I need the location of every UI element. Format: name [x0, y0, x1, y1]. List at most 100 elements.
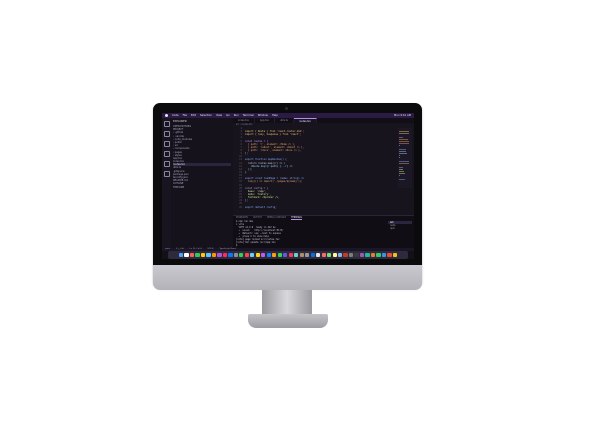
code-text: export default config; [245, 205, 277, 209]
app-icon[interactable] [178, 252, 184, 258]
menu-item-file[interactable]: File [183, 114, 187, 117]
app-icon[interactable] [299, 252, 304, 258]
app-icon[interactable] [310, 252, 315, 258]
menu-item-help[interactable]: Help [272, 114, 278, 117]
minimap-line [399, 151, 406, 152]
code-text: import { lazy, Suspense } from 'react'; [245, 133, 302, 137]
editor-area: index.tsx App.tsx utils.ts routes.tsx src ›… [233, 118, 414, 215]
activity-bar [162, 118, 171, 248]
bottom-panel: PROBLEMS OUTPUT DEBUG CONSOLE TERMINAL $ np… [233, 215, 414, 249]
minimap-line [399, 173, 405, 174]
app-icon[interactable] [200, 252, 206, 258]
app-icon[interactable] [332, 252, 337, 258]
minimap-line [399, 169, 403, 170]
apple-icon[interactable] [165, 114, 168, 117]
monitor-stand [262, 290, 312, 317]
app-icon[interactable] [250, 252, 255, 258]
menu-item-edit[interactable]: Edit [191, 114, 196, 117]
monitor-foot [248, 314, 328, 328]
editor-tab[interactable]: App.tsx [255, 118, 275, 123]
minimap-line [399, 167, 403, 168]
menu-item-terminal[interactable]: Terminal [243, 114, 254, 117]
app-icon[interactable] [195, 252, 200, 258]
app-icon[interactable] [354, 252, 359, 258]
app-icon[interactable] [376, 252, 381, 258]
menubar-clock[interactable]: Mon 9:41 AM [394, 114, 411, 117]
app-icon[interactable] [233, 252, 238, 258]
monitor-chin [153, 265, 422, 290]
menu-item-run[interactable]: Run [234, 114, 239, 117]
panel-tab[interactable]: TERMINAL [291, 216, 303, 220]
terminal-output[interactable]: $ npm run dev > vite VITE v4.4.9 ready in… [233, 220, 414, 247]
app-icon[interactable] [217, 252, 222, 258]
app-icon[interactable] [392, 252, 398, 258]
extensions-icon[interactable] [163, 161, 170, 167]
terminal-session[interactable]: npm [388, 227, 412, 230]
app-icon[interactable] [266, 252, 271, 258]
code-text: ]; [245, 152, 248, 156]
app-icon[interactable] [244, 252, 249, 258]
camera-icon [285, 107, 288, 110]
app-icon[interactable] [359, 252, 365, 258]
code-text: lazy(() => import(`./pages/${name}`)); [245, 180, 303, 184]
app-icon[interactable] [255, 252, 260, 258]
app-icon[interactable] [338, 252, 343, 258]
app-icon[interactable] [294, 252, 299, 258]
minimap-line [399, 179, 405, 180]
minimap-line [399, 131, 410, 132]
panel-tab[interactable]: OUTPUT [253, 216, 262, 220]
menu-item-code[interactable]: Code [172, 114, 179, 117]
editor-tab[interactable]: routes.tsx [293, 118, 317, 123]
minimap-line [399, 149, 407, 150]
app-icon[interactable] [222, 252, 228, 258]
line-number: 26 [239, 205, 242, 209]
app-icon[interactable] [381, 252, 387, 258]
tree-item[interactable]: TIMELINE [173, 186, 231, 189]
source-control-icon[interactable] [163, 141, 170, 147]
app-icon[interactable] [343, 252, 348, 258]
minimap-line [399, 153, 408, 154]
app-icon[interactable] [321, 252, 326, 258]
minimap-line [399, 133, 409, 134]
app-icon[interactable] [261, 252, 266, 258]
app-icon[interactable] [288, 252, 293, 258]
editor-tab[interactable]: utils.ts [275, 118, 294, 123]
minimap-line [399, 155, 401, 156]
app-icon[interactable] [370, 252, 376, 258]
run-debug-icon[interactable] [163, 151, 170, 157]
remote-icon[interactable] [163, 171, 170, 177]
minimap-line [399, 161, 410, 162]
app-icon[interactable] [348, 252, 354, 258]
app-icon[interactable] [272, 252, 277, 258]
app-icon[interactable] [316, 252, 321, 258]
explorer-title: EXPLORER [173, 120, 187, 123]
code-text: { path: '/docs', element: <Docs /> }, [245, 148, 302, 152]
terminal-sessions: zsh node npm [388, 221, 412, 230]
menu-item-view[interactable]: View [216, 114, 222, 117]
app-icon[interactable] [189, 252, 195, 258]
explorer-sidebar: EXPLORER OPEN EDITORS PROJECT › .github › .… [171, 118, 233, 248]
app-icon[interactable] [387, 252, 392, 258]
app-icon[interactable] [228, 252, 233, 258]
app-icon[interactable] [283, 252, 288, 258]
app-icon[interactable] [239, 252, 244, 258]
app-icon[interactable] [277, 252, 282, 258]
dock [168, 251, 408, 259]
menu-item-go[interactable]: Go [226, 114, 230, 117]
explorer-icon[interactable] [163, 121, 170, 127]
minimap[interactable] [398, 128, 412, 188]
menu-item-window[interactable]: Window [258, 114, 268, 117]
code-editor[interactable]: 1 2 import { Route } from 'react-router-do… [233, 127, 385, 209]
breadcrumb[interactable]: src › routes.tsx [233, 123, 414, 127]
app-icon[interactable] [211, 252, 217, 258]
app-icon[interactable] [365, 252, 370, 258]
panel-tab[interactable]: DEBUG CONSOLE [267, 216, 286, 220]
menu-item-selection[interactable]: Selection [200, 114, 212, 117]
code-text: } [245, 170, 247, 174]
app-icon[interactable] [327, 252, 332, 258]
app-icon[interactable] [206, 252, 211, 258]
minimap-line [399, 171, 404, 172]
app-icon[interactable] [305, 252, 310, 258]
search-icon[interactable] [163, 131, 170, 137]
app-icon[interactable] [184, 252, 189, 258]
